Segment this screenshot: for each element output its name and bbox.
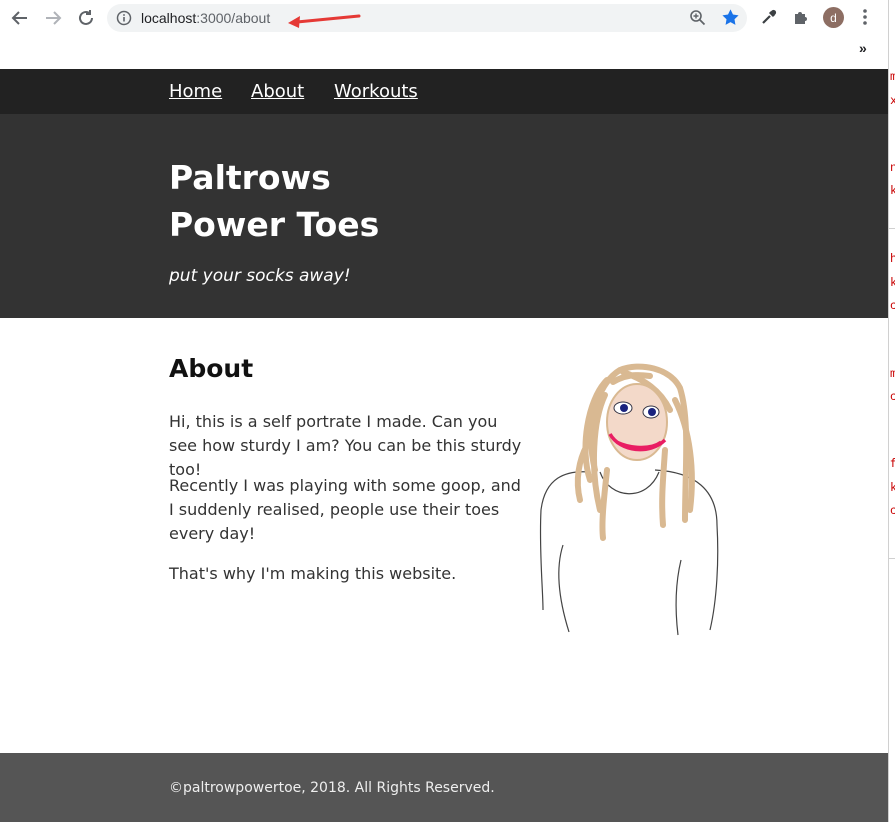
devtools-glyph: c	[890, 299, 895, 313]
site-tagline: put your socks away!	[169, 266, 351, 286]
about-paragraph-2: Recently I was playing with some goop, a…	[169, 476, 521, 543]
devtools-glyph: k	[890, 276, 895, 290]
url-path: :3000/about	[196, 10, 271, 26]
devtools-glyph: m	[890, 367, 895, 381]
devtools-glyph: k	[890, 481, 895, 495]
nav-link-about[interactable]: About	[251, 81, 304, 102]
devtools-panel-edge: m x n k h k c m c f k c	[888, 0, 895, 822]
more-options-icon[interactable]	[860, 8, 870, 30]
extensions-puzzle-icon[interactable]	[792, 8, 810, 30]
site-title-line1: Paltrows	[169, 158, 331, 197]
about-paragraph-1: Hi, this is a self portrate I made. Can …	[169, 412, 522, 479]
about-paragraph-3: That's why I'm making this website.	[169, 564, 457, 583]
url-text[interactable]: localhost:3000/about	[141, 10, 270, 26]
site-title: Paltrows Power Toes	[169, 154, 489, 248]
site-nav: Home About Workouts	[0, 69, 888, 114]
copyright-text: ©paltrowpowertoe, 2018. All Rights Reser…	[169, 780, 495, 796]
devtools-glyph: c	[890, 504, 895, 518]
annotation-arrow	[288, 14, 361, 28]
zoom-icon[interactable]	[689, 9, 706, 30]
bookmark-star-icon[interactable]	[721, 8, 740, 31]
devtools-glyph: x	[890, 94, 895, 108]
devtools-glyph: c	[890, 390, 895, 404]
devtools-divider	[889, 228, 895, 229]
devtools-glyph: h	[890, 252, 895, 266]
url-host: localhost	[141, 10, 197, 26]
nav-link-home[interactable]: Home	[169, 81, 222, 102]
info-icon[interactable]	[116, 10, 132, 30]
browser-toolbar: localhost:3000/about d »	[0, 0, 888, 69]
devtools-divider	[889, 558, 895, 559]
forward-icon[interactable]	[42, 7, 64, 29]
reload-icon[interactable]	[75, 7, 97, 29]
site-title-line2: Power Toes	[169, 205, 380, 244]
eyedropper-extension-icon[interactable]	[760, 8, 778, 30]
self-portrait-drawing	[539, 363, 719, 636]
profile-avatar[interactable]: d	[823, 7, 844, 28]
back-icon[interactable]	[9, 7, 31, 29]
bookmarks-overflow-button[interactable]: »	[859, 40, 867, 56]
devtools-glyph: k	[890, 184, 895, 198]
devtools-glyph: m	[890, 70, 895, 84]
hero-banner: Paltrows Power Toes put your socks away!	[0, 114, 888, 318]
page-heading: About	[169, 354, 254, 383]
devtools-glyph: f	[890, 457, 895, 471]
site-footer: ©paltrowpowertoe, 2018. All Rights Reser…	[0, 753, 888, 822]
address-bar[interactable]: localhost:3000/about	[107, 4, 747, 32]
devtools-glyph: n	[890, 161, 895, 175]
nav-link-workouts[interactable]: Workouts	[334, 81, 418, 102]
